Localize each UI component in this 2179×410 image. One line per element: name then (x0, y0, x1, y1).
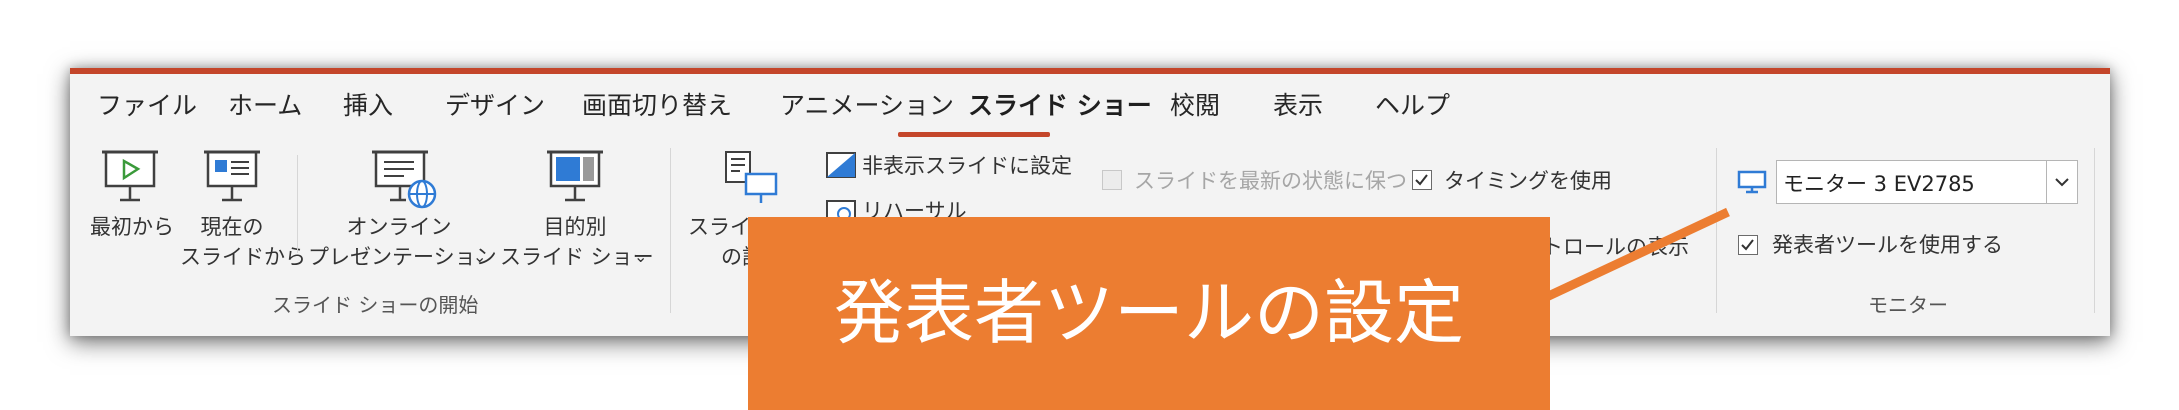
presenter-view-callout: 発表者ツールの設定 (748, 217, 1550, 410)
callout-text: 発表者ツールの設定 (834, 272, 1464, 354)
